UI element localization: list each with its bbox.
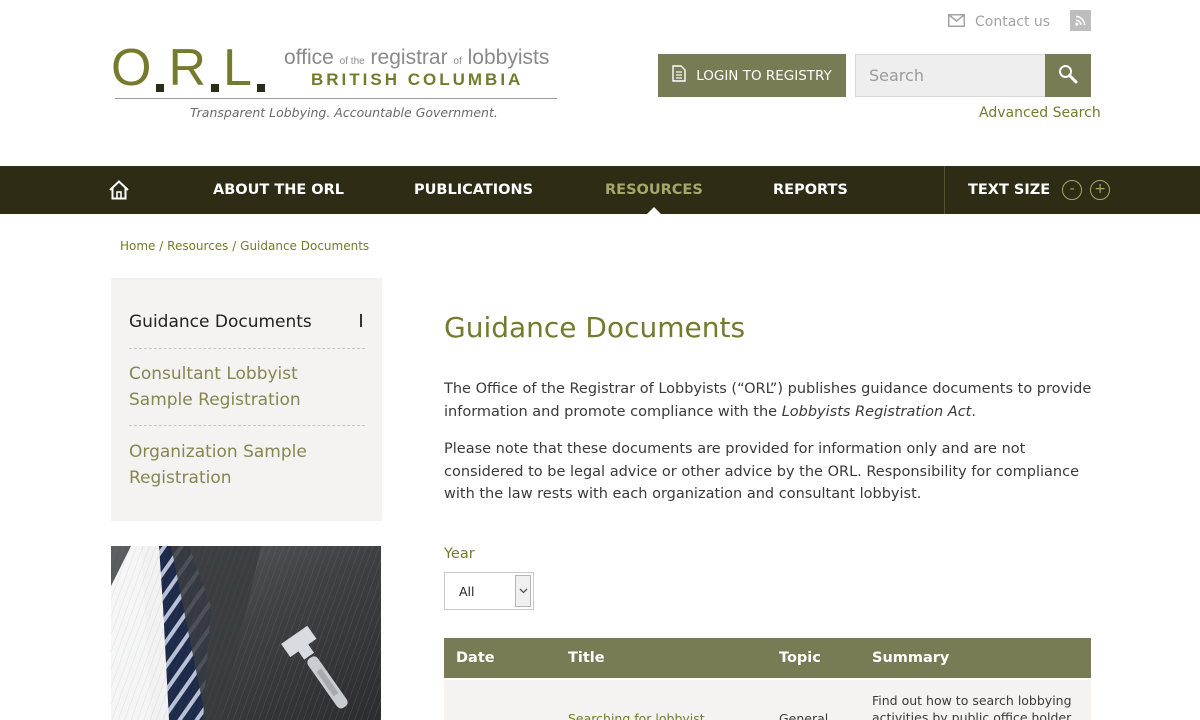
text-size-control: TEXT SIZE - + [968,166,1111,214]
breadcrumb-home[interactable]: Home [120,239,155,253]
search-input[interactable] [855,54,1046,97]
logo-divider [115,98,557,99]
documents-table-header: Date Title Topic Summary [444,638,1091,678]
advanced-search-link[interactable]: Advanced Search [979,105,1101,121]
login-to-registry-button[interactable]: LOGIN TO REGISTRY [658,54,846,97]
year-select[interactable]: All [444,572,534,610]
search-icon [1058,64,1078,87]
chevron-down-icon [515,575,531,607]
site-header: ORL office of the registrar of lobbyists… [0,0,1200,166]
logo-tagline: Transparent Lobbying. Accountable Govern… [190,105,498,120]
column-header-topic[interactable]: Topic [779,638,821,678]
document-icon [672,65,686,86]
sidebar-divider [129,425,365,426]
main-navigation: ABOUT THE ORL PUBLICATIONS RESOURCES REP… [0,166,1200,214]
breadcrumb-separator: / [232,239,237,253]
rss-icon[interactable] [1070,10,1091,31]
column-header-date[interactable]: Date [456,638,495,678]
breadcrumb: Home / Resources / Guidance Documents [120,239,369,253]
orl-logo[interactable]: ORL office of the registrar of lobbyists… [111,40,557,124]
logo-orl-letters: ORL [111,40,269,96]
current-item-marker [360,314,362,327]
sidebar-divider [129,348,365,349]
nav-about-the-orl[interactable]: ABOUT THE ORL [213,166,344,214]
page-title: Guidance Documents [444,311,746,344]
table-row: Searching for lobbyist General Find out … [444,680,1091,720]
disclaimer-paragraph: Please note that these documents are pro… [444,441,1080,502]
nav-reports[interactable]: REPORTS [773,166,848,214]
breadcrumb-separator: / [159,239,164,253]
envelope-icon [948,12,965,31]
intro-paragraph: The Office of the Registrar of Lobbyists… [444,381,1092,420]
sidebar-item-consultant-lobbyist-sample[interactable]: Consultant Lobbyist Sample Registration [129,361,365,413]
contact-label: Contact us [975,13,1051,30]
nav-resources[interactable]: RESOURCES [605,166,703,214]
logo-province: BRITISH COLUMBIA [311,70,524,89]
text-size-decrease-button[interactable]: - [1062,180,1083,200]
year-select-value: All [459,584,475,599]
contact-link[interactable]: Contact us [948,12,1050,31]
column-header-title[interactable]: Title [568,638,605,678]
suit-with-wrench-image [111,546,381,720]
breadcrumb-current: Guidance Documents [240,239,370,253]
nav-divider [944,166,945,214]
act-name: Lobbyists Registration Act [781,403,972,420]
row-summary: Find out how to search lobbying activiti… [872,693,1072,720]
sidebar-menu: Guidance Documents Consultant Lobbyist S… [111,278,382,521]
search-button[interactable] [1045,54,1091,97]
nav-publications[interactable]: PUBLICATIONS [414,166,533,214]
text-size-increase-button[interactable]: + [1090,180,1111,200]
row-topic: General [779,711,829,720]
year-filter-label: Year [444,546,475,562]
sidebar-item-guidance-documents[interactable]: Guidance Documents [129,309,365,335]
login-label: LOGIN TO REGISTRY [696,67,832,84]
sidebar-item-organization-sample[interactable]: Organization Sample Registration [129,439,365,491]
breadcrumb-resources[interactable]: Resources [167,239,228,253]
row-title-link[interactable]: Searching for lobbyist [568,710,758,720]
column-header-summary[interactable]: Summary [872,638,949,678]
text-size-label: TEXT SIZE [968,182,1051,198]
home-icon[interactable] [108,179,130,205]
